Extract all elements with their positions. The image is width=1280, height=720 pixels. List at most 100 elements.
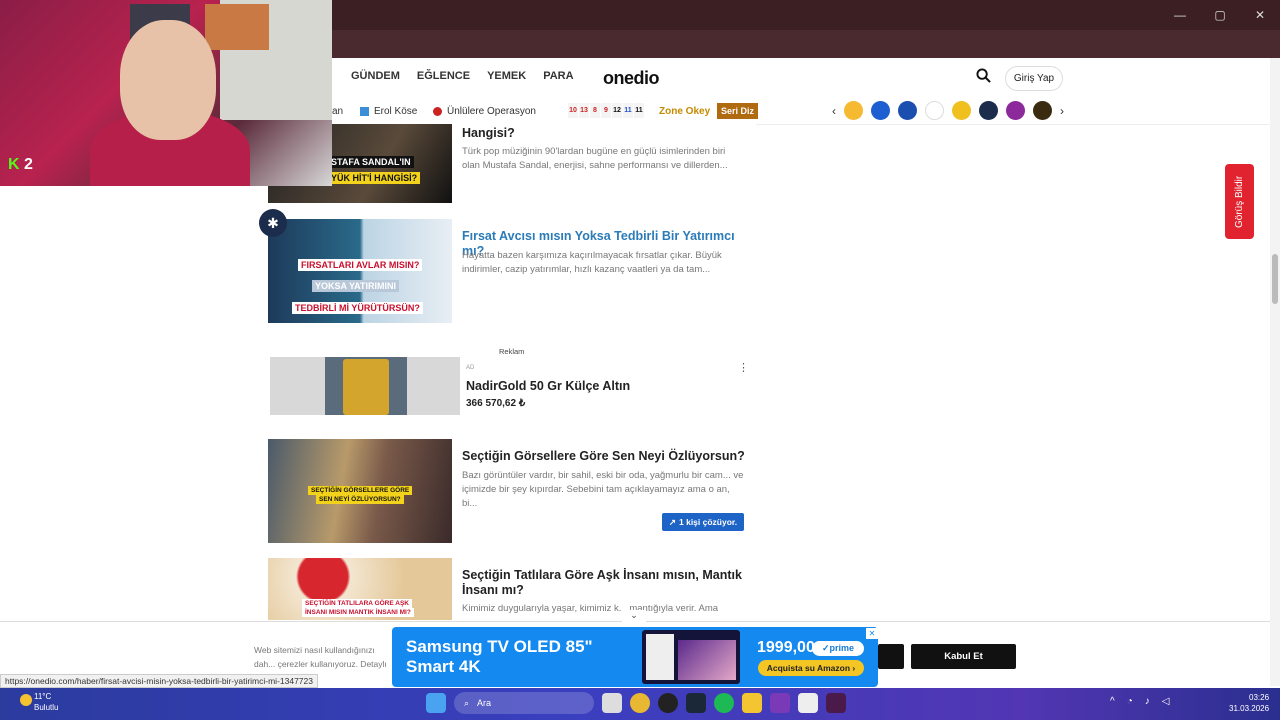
article-description: Hayatta bazen karşımıza kaçırılmayacak f…: [462, 250, 722, 275]
ad-tag: AD: [466, 365, 475, 371]
editor-icon[interactable]: [826, 693, 846, 713]
store-icon[interactable]: [798, 693, 818, 713]
carousel-prev-icon[interactable]: ‹: [832, 104, 836, 118]
article-thumbnail[interactable]: SEÇTİĞİN TATLILARA GÖRE AŞK İNSANI MISIN…: [268, 558, 452, 620]
amazon-cta-button[interactable]: Acquista su Amazon ›: [758, 660, 864, 676]
network-icon[interactable]: ◔: [1127, 696, 1133, 707]
ad-image[interactable]: [270, 357, 460, 415]
subnav-item-erol[interactable]: Erol Köse: [360, 106, 417, 117]
star-partner-icon[interactable]: [979, 101, 998, 120]
article-description: Kimimiz duygularıyla yaşar, kimimiz k...…: [462, 603, 719, 614]
webcam-face: [120, 20, 216, 140]
nadirgold-ad[interactable]: Reklam AD NadirGold 50 Gr Külçe Altın 36…: [268, 339, 756, 416]
okey-numbers[interactable]: 10 13 8 9 12 11 11: [568, 103, 644, 118]
weather-condition: Bulutlu: [34, 703, 59, 712]
app-icon[interactable]: [770, 693, 790, 713]
tv-spec-panel: [646, 634, 674, 680]
dk-partner-icon[interactable]: [925, 101, 944, 120]
article-title[interactable]: Hangisi?: [462, 126, 746, 141]
thumbnail-caption: STAFA SANDAL'IN: [328, 156, 414, 168]
webcam-overlay: K 2: [0, 0, 332, 186]
subnav-erol-label: Erol Köse: [374, 106, 418, 117]
article-description: Türk pop müziğinin 90'lardan bugüne en g…: [462, 146, 728, 171]
webcam-poster: [205, 4, 269, 50]
prime-badge: ✓prime: [812, 641, 864, 656]
task-view-icon[interactable]: [602, 693, 622, 713]
start-icon[interactable]: [426, 693, 446, 713]
minimize-button[interactable]: —: [1160, 0, 1200, 30]
partner-carousel: ‹ ›: [832, 101, 1064, 120]
taskbar-clock[interactable]: 03:26 31.03.2026: [1229, 692, 1269, 714]
article-card[interactable]: STAFA SANDAL'IN YÜK HİT'İ HANGİSİ? Hangi…: [268, 124, 756, 204]
window-controls: — ▢ ✕: [1160, 0, 1280, 30]
search-icon[interactable]: [976, 68, 991, 88]
thumbnail-caption: SEÇTİĞİN GÖRSELLERE GÖRE: [308, 486, 413, 495]
feedback-button[interactable]: Görüş Bildir: [1225, 164, 1254, 239]
thumbnail-caption: YÜK HİT'İ HANGİSİ?: [328, 172, 421, 184]
close-ad-icon[interactable]: ✕: [866, 628, 878, 639]
emoji-partner-icon[interactable]: [844, 101, 863, 120]
tray-chevron-icon[interactable]: ^: [1110, 696, 1115, 707]
consent-settings-button[interactable]: [878, 644, 904, 669]
ad-price: 366 570,62 ₺: [466, 398, 526, 409]
close-window-button[interactable]: ✕: [1240, 0, 1280, 30]
file-explorer-icon[interactable]: [742, 693, 762, 713]
site-logo[interactable]: onedio: [603, 68, 660, 89]
helmet-partner-icon[interactable]: [952, 101, 971, 120]
taskbar-search[interactable]: ⌕ Ara: [454, 692, 594, 714]
thumbnail-caption: FIRSATLARI AVLAR MISIN?: [298, 259, 423, 271]
kick-icon: K: [8, 156, 20, 173]
nav-yemek[interactable]: YEMEK: [487, 70, 526, 82]
onedio-partner-icon[interactable]: [898, 101, 917, 120]
spotify-icon[interactable]: [714, 693, 734, 713]
nav-gundem[interactable]: GÜNDEM: [351, 70, 400, 82]
ad-label: Reklam: [499, 347, 525, 356]
taskbar-search-label: Ara: [477, 698, 492, 708]
subnav-unlulere-label: Ünlülere Operasyon: [447, 106, 536, 117]
page-scrollbar[interactable]: [1270, 58, 1280, 686]
thumbnail-caption: TEDBİRLİ Mİ YÜRÜTÜRSÜN?: [292, 302, 423, 314]
ad-more-icon[interactable]: ⋮: [738, 361, 749, 374]
scrollbar-thumb[interactable]: [1272, 254, 1278, 304]
solving-badge[interactable]: ↗ 1 kişi çözüyor.: [662, 513, 744, 531]
login-button[interactable]: Giriş Yap: [1005, 66, 1063, 91]
maximize-button[interactable]: ▢: [1200, 0, 1240, 30]
carousel-next-icon[interactable]: ›: [1060, 104, 1064, 118]
purple-partner-icon[interactable]: [1006, 101, 1025, 120]
article-title[interactable]: Seçtiğin Tatlılara Göre Aşk İnsanı mısın…: [462, 568, 746, 598]
nav-para[interactable]: PARA: [543, 70, 573, 82]
kick-counter: K 2: [8, 156, 33, 174]
article-title[interactable]: Seçtiğin Görsellere Göre Sen Neyi Özlüyo…: [462, 449, 746, 464]
subnav-partial-label: an: [332, 106, 344, 117]
samsung-ad-headline: Samsung TV OLED 85" Smart 4K: [406, 637, 593, 676]
obs-icon[interactable]: [658, 693, 678, 713]
article-thumbnail[interactable]: SEÇTİĞİN GÖRSELLERE GÖRE SEN NEYİ ÖZLÜYO…: [268, 439, 452, 543]
steam-icon[interactable]: [686, 693, 706, 713]
okey-tile: 9: [601, 103, 611, 118]
zone-okey-label[interactable]: Zone Okey: [659, 106, 710, 117]
chrome-icon[interactable]: [630, 693, 650, 713]
kick-count: 2: [24, 156, 33, 173]
mic-icon[interactable]: ♪: [1145, 696, 1150, 707]
ad-product-name[interactable]: NadirGold 50 Gr Külçe Altın: [466, 379, 630, 393]
philips-partner-icon[interactable]: [871, 101, 890, 120]
article-thumbnail[interactable]: FIRSATLARI AVLAR MISIN? YOKSA YATIRIMINI…: [268, 219, 452, 323]
article-card[interactable]: SEÇTİĞİN GÖRSELLERE GÖRE SEN NEYİ ÖZLÜYO…: [268, 439, 756, 543]
article-description: Bazı görüntüler vardır, bir sahil, eski …: [462, 470, 744, 509]
thumbnail-caption: İNSANI MISIN MANTIK İNSANI MI?: [302, 608, 414, 617]
collapse-ad-icon[interactable]: ⌄: [622, 610, 646, 624]
samsung-tv-ad[interactable]: Samsung TV OLED 85" Smart 4K 1999,00€ ✓p…: [392, 627, 878, 687]
subnav-item-partial[interactable]: an: [332, 106, 343, 117]
volume-icon[interactable]: ◁: [1162, 696, 1170, 707]
accept-cookies-button[interactable]: Kabul Et: [911, 644, 1016, 669]
nav-eglence[interactable]: EĞLENCE: [417, 70, 470, 82]
gold-bar-image: [325, 357, 407, 415]
article-card[interactable]: FIRSATLARI AVLAR MISIN? YOKSA YATIRIMINI…: [268, 219, 756, 323]
article-card[interactable]: SEÇTİĞİN TATLILARA GÖRE AŞK İNSANI MISIN…: [268, 558, 756, 620]
seri-diz-button[interactable]: Seri Diz: [717, 103, 758, 119]
subnav-item-unlulere[interactable]: Ünlülere Operasyon: [433, 106, 536, 117]
okey-partner-icon[interactable]: [1033, 101, 1052, 120]
thumbnail-caption: SEN NEYİ ÖZLÜYORSUN?: [316, 495, 404, 504]
search-icon: ⌕: [464, 697, 470, 708]
clock-date: 31.03.2026: [1229, 704, 1270, 713]
